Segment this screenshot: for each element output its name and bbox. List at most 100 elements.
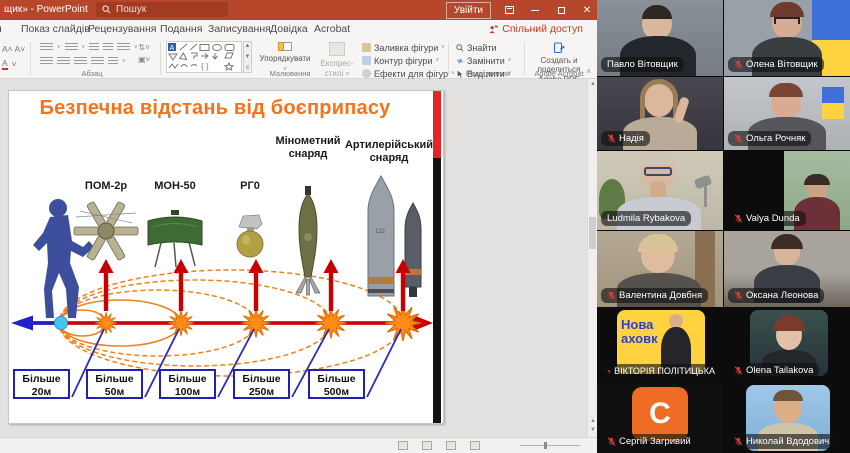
tab-review[interactable]: Рецензування: [88, 23, 156, 35]
participant-name: Павло Вітовщик: [607, 59, 678, 70]
participant-name-label: Сергій Загривий: [601, 434, 697, 449]
prev-next-slide-buttons[interactable]: ▲▼: [589, 417, 597, 435]
tab-slideshow[interactable]: Показ слайдів: [21, 23, 90, 35]
ribbon-options-icon: [505, 6, 514, 14]
hair: [773, 390, 803, 401]
participant-tile[interactable]: Новааховк ВІКТОРІЯ ПОЛІТИЦЬКА: [597, 308, 723, 382]
tab-acrobat[interactable]: Acrobat: [314, 23, 350, 35]
scroll-up-icon[interactable]: ▲: [589, 81, 597, 87]
participant-name: Ludmila Rybakova: [607, 213, 685, 224]
shape-effects-button[interactable]: Ефекти для фігур ˅: [362, 68, 455, 79]
list-buttons[interactable]: ˅˅ ˅: [40, 43, 138, 52]
participant-name-label: ВІКТОРІЯ ПОЛІТИЦЬКА: [601, 364, 721, 378]
font-color-icon[interactable]: A ˅: [2, 58, 17, 70]
participant-tile[interactable]: Ольга Рочняк: [724, 77, 850, 150]
person-silhouette: [33, 199, 94, 318]
search-box[interactable]: Пошук: [96, 2, 228, 17]
tab-partial[interactable]: я: [0, 23, 2, 35]
arrange-icon2: [283, 42, 292, 51]
window-title: щик» - PowerPoint: [4, 4, 88, 15]
zoom-slider-knob[interactable]: [544, 442, 547, 449]
avatar-initial: С: [632, 387, 688, 441]
participant-name-label: Валентина Довбня: [601, 288, 708, 303]
close-button[interactable]: ✕: [579, 2, 595, 18]
participant-tile[interactable]: С Сергій Загривий: [597, 383, 723, 453]
font-size-icons[interactable]: A˄ A˅: [2, 44, 25, 54]
slide-sorter-icon[interactable]: [422, 441, 432, 450]
label-artillery: Артилерійський снаряд: [343, 139, 435, 164]
slideshow-icon[interactable]: [470, 441, 480, 450]
muted-mic-icon: [734, 214, 743, 223]
scroll-thumb[interactable]: [589, 217, 596, 249]
participant-tile[interactable]: Ludmila Rybakova: [597, 151, 723, 230]
shape-fill-button[interactable]: Заливка фігури ˅: [362, 42, 455, 53]
flag-blue-stripe: [812, 0, 850, 40]
ribbon-tab-row: я Показ слайдів Рецензування Подання Зап…: [0, 20, 597, 39]
group-label-editing: Редагування: [458, 69, 518, 78]
search-icon: [102, 5, 111, 14]
find-icon: [456, 44, 464, 52]
find-button[interactable]: Знайти: [456, 42, 511, 53]
muted-mic-icon: [734, 134, 743, 143]
label-mon50: МОН-50: [145, 180, 205, 193]
participant-tile[interactable]: Valya Dunda: [724, 151, 850, 230]
participant-name: Сергій Загривий: [619, 436, 691, 447]
muted-mic-icon: [607, 134, 616, 143]
muted-mic-icon: [607, 367, 611, 376]
participant-name-label: Олена Вітовщик: [728, 57, 824, 72]
hair: [770, 2, 804, 17]
participant-name: Оксана Леонова: [746, 290, 818, 301]
muted-mic-icon: [607, 437, 616, 446]
glasses: [644, 167, 672, 176]
restore-button[interactable]: [553, 2, 569, 18]
collapse-ribbon-button[interactable]: ˄: [586, 67, 591, 76]
slide-canvas[interactable]: Безпечна відстань від боєприпасу: [8, 90, 444, 424]
ribbon-display-options-button[interactable]: [501, 2, 517, 18]
minimize-button[interactable]: [527, 2, 543, 18]
distance-box-100m: Більше100м: [159, 369, 216, 399]
group-label-paragraph: Абзац: [72, 69, 112, 78]
muted-mic-icon: [734, 366, 743, 375]
hair: [642, 5, 672, 19]
participant-name-label: Надія: [601, 131, 650, 146]
tab-view[interactable]: Подання: [160, 23, 202, 35]
text-direction-buttons[interactable]: ⇅˅▣˅: [138, 43, 150, 64]
participant-tile[interactable]: Olena Tailakova: [724, 308, 850, 382]
sign-in-button[interactable]: Увійти: [446, 2, 491, 19]
participant-tile[interactable]: Надія: [597, 77, 723, 150]
participant-tile[interactable]: Николай Вдодович: [724, 383, 850, 453]
distance-box-50m: Більше50м: [86, 369, 143, 399]
participant-name: Valya Dunda: [746, 213, 800, 224]
participant-tile[interactable]: Оксана Леонова: [724, 231, 850, 307]
reading-view-icon[interactable]: [446, 441, 456, 450]
replace-button[interactable]: Замінити ˅: [456, 55, 511, 66]
view-switcher[interactable]: [398, 441, 480, 450]
tab-record[interactable]: Записування: [208, 23, 271, 35]
hair: [773, 315, 805, 331]
participant-name-label: Valya Dunda: [728, 211, 806, 226]
title-bar: щик» - PowerPoint Пошук Увійти ✕: [0, 0, 597, 20]
hair: [769, 83, 803, 97]
munition-mon50: [148, 210, 202, 267]
participant-tile[interactable]: Олена Вітовщик: [724, 0, 850, 76]
participant-tile[interactable]: Валентина Довбня: [597, 231, 723, 307]
hair: [638, 234, 678, 252]
muted-mic-icon: [734, 437, 743, 446]
normal-view-icon[interactable]: [398, 441, 408, 450]
zoom-slider[interactable]: [520, 445, 580, 446]
tab-help[interactable]: Довідка: [270, 23, 308, 35]
vertical-scrollbar[interactable]: ▲ ▲▼: [587, 79, 597, 437]
share-button[interactable]: Спільний доступ: [489, 23, 583, 35]
muted-mic-icon: [734, 291, 743, 300]
participant-name: Olena Tailakova: [746, 365, 813, 376]
shape-fill-icon: [362, 43, 371, 52]
shape-outline-button[interactable]: Контур фігури ˅: [362, 55, 455, 66]
participant-name-label: Николай Вдодович: [728, 434, 835, 449]
shape-outline-icon: [362, 56, 371, 65]
participant-tile[interactable]: Павло Вітовщик: [597, 0, 723, 76]
align-buttons[interactable]: ˅: [40, 57, 126, 66]
distance-box-20m: Більше20м: [13, 369, 70, 399]
shapes-gallery[interactable]: A { }: [166, 41, 242, 73]
up-arrows: [99, 259, 411, 311]
avatar: [669, 314, 683, 328]
